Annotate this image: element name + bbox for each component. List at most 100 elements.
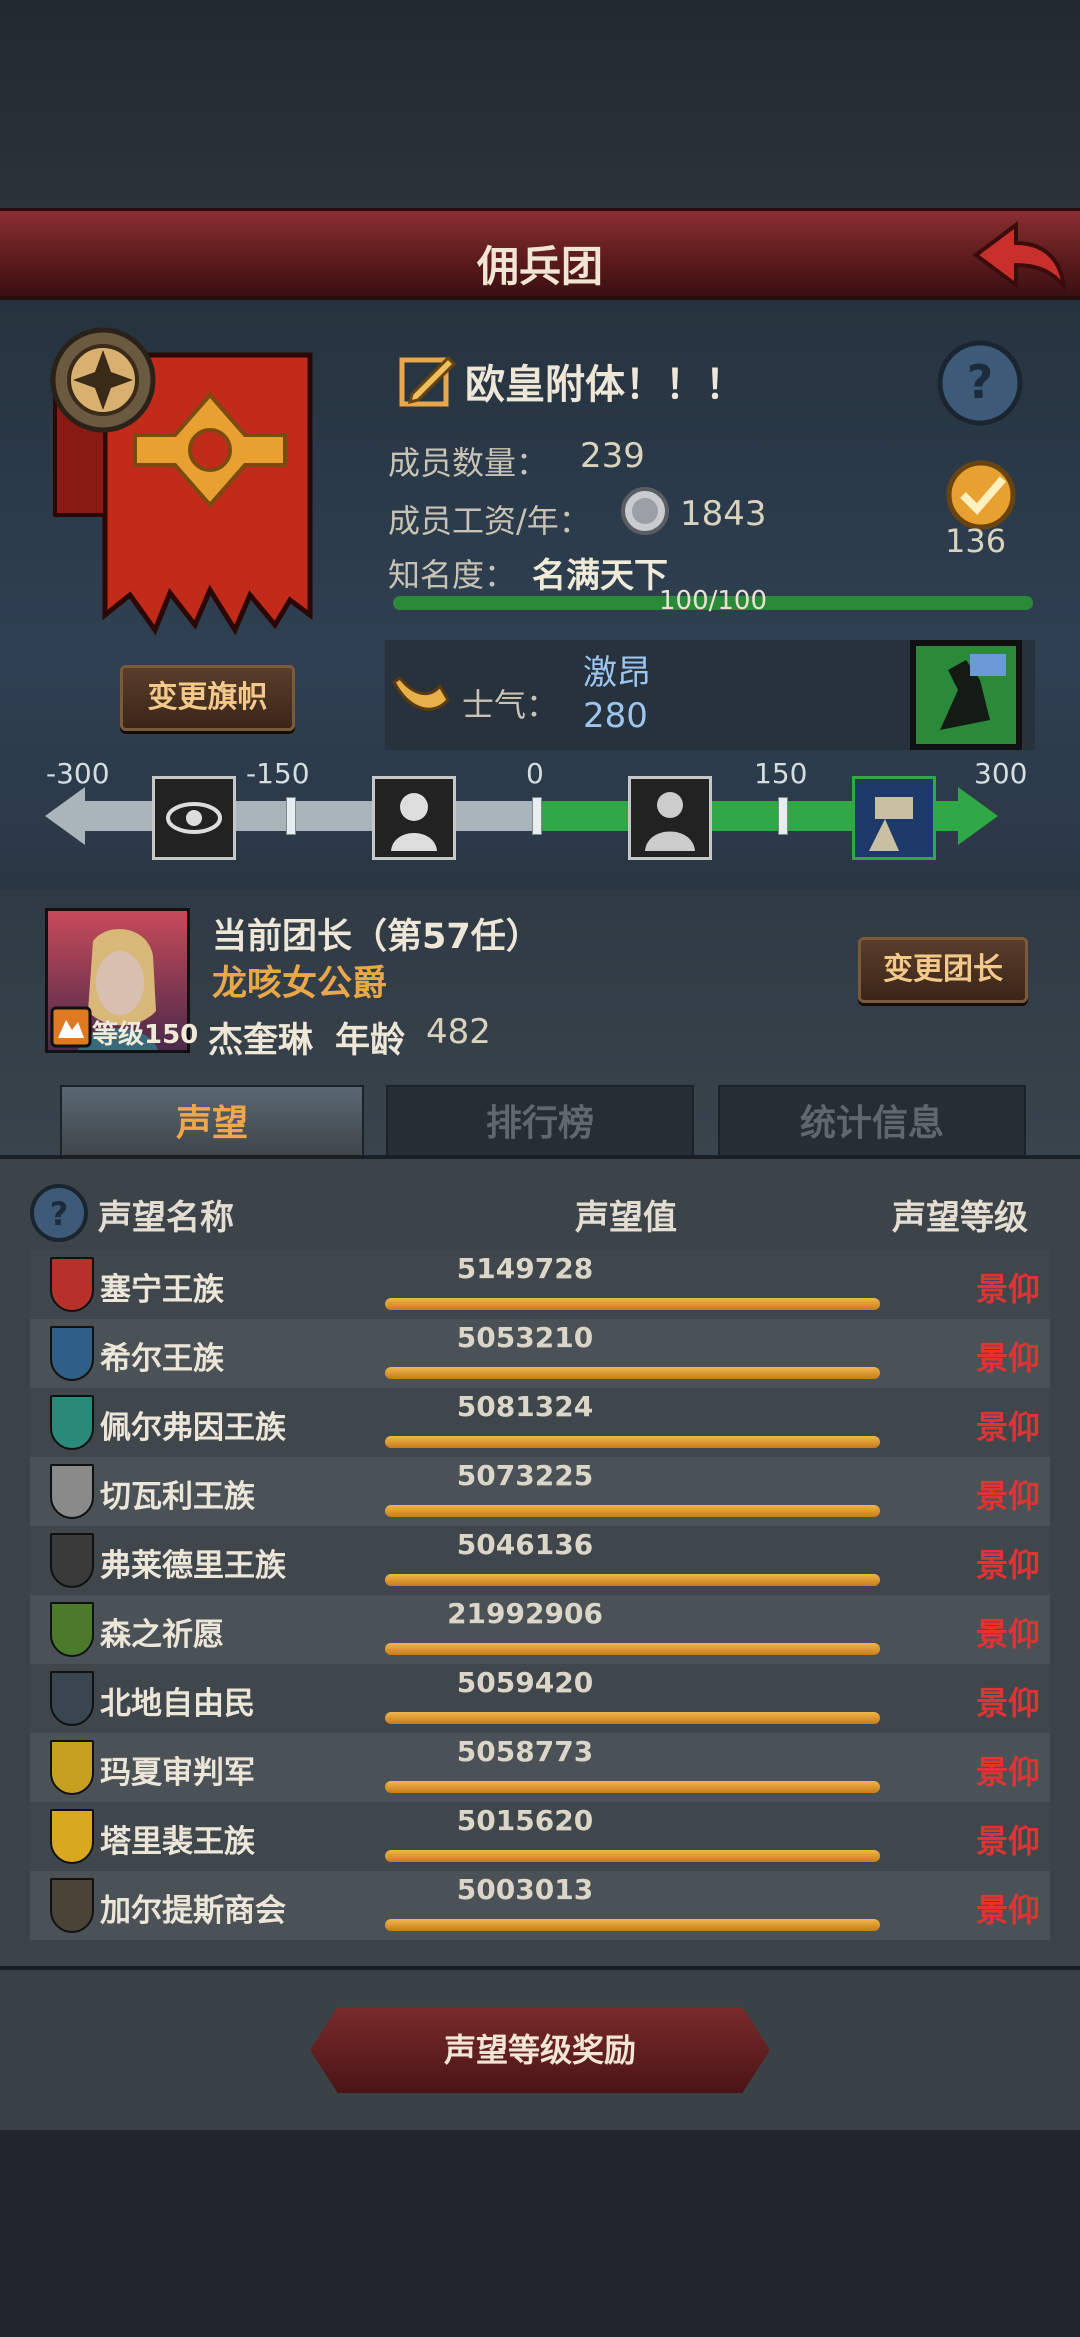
change-leader-button[interactable]: 变更团长 xyxy=(858,937,1028,1003)
table-row[interactable]: 佩尔弗因王族 5081324 景仰 xyxy=(30,1388,1050,1457)
faction-name: 希尔王族 xyxy=(100,1341,224,1377)
table-row[interactable]: 希尔王族 5053210 景仰 xyxy=(30,1319,1050,1388)
slider-left-arrow-icon xyxy=(45,787,85,845)
reputation-value: 5149728 xyxy=(456,1252,594,1285)
faction-crest-icon xyxy=(50,1257,94,1312)
salary-label: 成员工资/年： xyxy=(388,502,591,540)
faction-crest-icon xyxy=(50,1326,94,1381)
reputation-level: 景仰 xyxy=(975,1753,1040,1791)
table-row[interactable]: 森之祈愿 21992906 景仰 xyxy=(30,1595,1050,1664)
tab-ranking[interactable]: 排行榜 xyxy=(386,1085,694,1159)
reputation-bar xyxy=(385,1574,880,1586)
level-badge-icon xyxy=(50,1006,92,1048)
leader-name: 杰奎琳 xyxy=(208,1021,314,1061)
tick-label: 0 xyxy=(526,757,544,790)
leader-age: 482 xyxy=(426,1012,491,1052)
help-icon[interactable]: ? xyxy=(935,338,1025,428)
faction-name: 塞宁王族 xyxy=(100,1272,224,1308)
slider-right-arrow-icon xyxy=(958,787,998,845)
reputation-bar xyxy=(385,1781,880,1793)
faction-crest-icon xyxy=(50,1671,94,1726)
faction-name: 玛夏审判军 xyxy=(100,1755,255,1791)
mood-despair-icon xyxy=(152,776,236,860)
table-row[interactable]: 塞宁王族 5149728 景仰 xyxy=(30,1250,1050,1319)
reputation-level: 景仰 xyxy=(975,1684,1040,1722)
tick-label: 300 xyxy=(974,757,1028,790)
reputation-level: 景仰 xyxy=(975,1477,1040,1515)
reputation-level: 景仰 xyxy=(975,1270,1040,1308)
table-row[interactable]: 加尔提斯商会 5003013 景仰 xyxy=(30,1871,1050,1940)
table-row[interactable]: 弗莱德里王族 5046136 景仰 xyxy=(30,1526,1050,1595)
back-arrow-icon[interactable] xyxy=(968,215,1068,299)
reputation-bar xyxy=(385,1298,880,1310)
reputation-bar xyxy=(385,1919,880,1931)
reputation-value: 5046136 xyxy=(456,1528,594,1561)
reputation-level: 景仰 xyxy=(975,1891,1040,1929)
tab-statistics[interactable]: 统计信息 xyxy=(718,1085,1026,1159)
list-help-icon[interactable]: ? xyxy=(28,1182,90,1244)
reputation-level: 景仰 xyxy=(975,1408,1040,1446)
page-title: 佣兵团 xyxy=(476,242,603,291)
faction-crest-icon xyxy=(50,1464,94,1519)
faction-crest-icon xyxy=(50,1395,94,1450)
salary-value: 1843 xyxy=(680,494,767,534)
reputation-level: 景仰 xyxy=(975,1822,1040,1860)
reputation-bar xyxy=(385,1643,880,1655)
svg-text:?: ? xyxy=(50,1195,69,1233)
morale-state: 激昂 xyxy=(583,653,651,693)
reputation-level: 景仰 xyxy=(975,1546,1040,1584)
reputation-value: 5053210 xyxy=(456,1321,594,1354)
reputation-reward-button[interactable]: 声望等级奖励 xyxy=(310,2007,770,2093)
tick-mark xyxy=(532,797,542,835)
tick-label: -150 xyxy=(246,757,310,790)
faction-name: 加尔提斯商会 xyxy=(100,1893,286,1929)
col-header-name: 声望名称 xyxy=(98,1198,234,1238)
title-bar: 佣兵团 xyxy=(0,208,1080,300)
reputation-level: 景仰 xyxy=(975,1615,1040,1653)
fame-progress-text: 100/100 xyxy=(658,586,767,616)
table-row[interactable]: 玛夏审判军 5058773 景仰 xyxy=(30,1733,1050,1802)
reputation-value: 5015620 xyxy=(456,1804,594,1837)
morale-status-icon[interactable] xyxy=(910,640,1022,750)
mood-calm-icon xyxy=(628,776,712,860)
faction-crest-icon xyxy=(50,1533,94,1588)
members-value: 239 xyxy=(580,436,645,476)
svg-text:?: ? xyxy=(967,355,994,409)
mood-inspired-icon xyxy=(852,776,936,860)
reputation-level: 景仰 xyxy=(975,1339,1040,1377)
reputation-bar xyxy=(385,1367,880,1379)
reputation-bar xyxy=(385,1850,880,1862)
faction-name: 森之祈愿 xyxy=(100,1617,224,1653)
faction-crest-icon xyxy=(50,1878,94,1933)
leader-age-label: 年龄 xyxy=(335,1021,406,1061)
edit-icon[interactable] xyxy=(398,350,456,408)
reputation-value: 21992906 xyxy=(447,1597,603,1630)
tab-reputation[interactable]: 声望 xyxy=(60,1085,364,1159)
table-row[interactable]: 切瓦利王族 5073225 景仰 xyxy=(30,1457,1050,1526)
table-row[interactable]: 北地自由民 5059420 景仰 xyxy=(30,1664,1050,1733)
mood-fear-icon xyxy=(372,776,456,860)
faction-crest-icon xyxy=(50,1602,94,1657)
faction-crest-icon xyxy=(50,1740,94,1795)
achievement-count: 136 xyxy=(945,522,1007,560)
leader-level: 等级150 xyxy=(92,1020,199,1050)
faction-name: 佩尔弗因王族 xyxy=(100,1410,286,1446)
tick-label: 150 xyxy=(754,757,808,790)
leader-rank: 龙咳女公爵 xyxy=(212,964,388,1004)
horn-icon xyxy=(392,675,450,711)
morale-value: 280 xyxy=(583,696,648,736)
col-header-level: 声望等级 xyxy=(892,1198,1028,1238)
reputation-bar xyxy=(385,1505,880,1517)
morale-track-negative xyxy=(80,801,540,831)
company-banner-icon xyxy=(50,327,313,636)
change-banner-button[interactable]: 变更旗帜 xyxy=(120,665,295,731)
faction-name: 切瓦利王族 xyxy=(100,1479,255,1515)
leader-title: 当前团长（第57任） xyxy=(212,917,541,957)
top-background xyxy=(0,0,1080,210)
reputation-value: 5059420 xyxy=(456,1666,594,1699)
reputation-bar xyxy=(385,1712,880,1724)
tick-mark xyxy=(286,797,296,835)
table-row[interactable]: 塔里裴王族 5015620 景仰 xyxy=(30,1802,1050,1871)
morale-label: 士气： xyxy=(462,686,559,724)
silver-coin-icon xyxy=(621,487,669,535)
